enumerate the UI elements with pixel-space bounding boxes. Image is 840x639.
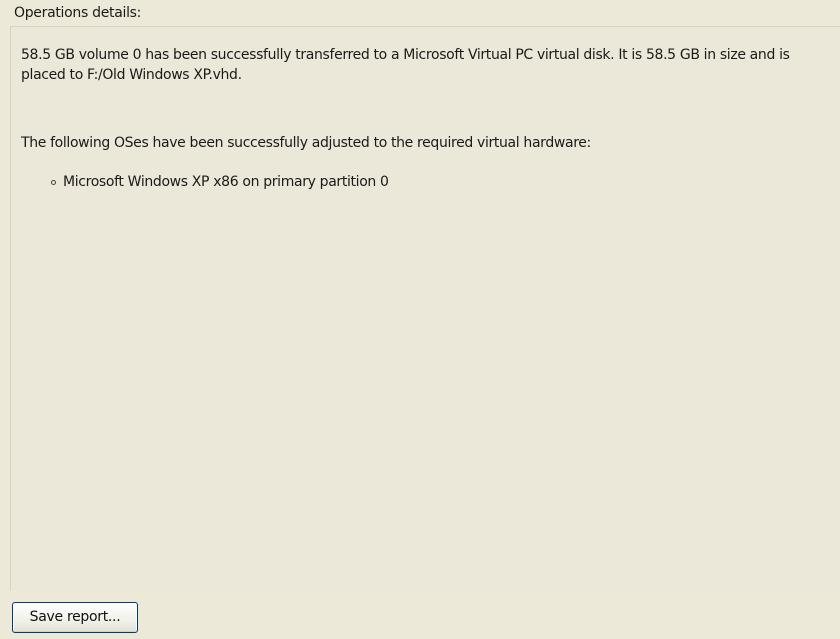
adjusted-os-heading: The following OSes have been successfull… <box>21 135 591 151</box>
operations-details-panel: Operations details: 58.5 GB volume 0 has… <box>0 0 840 639</box>
os-item-label: Microsoft Windows XP x86 on primary part… <box>63 174 389 190</box>
report-details-area: 58.5 GB volume 0 has been successfully t… <box>10 26 840 591</box>
transfer-summary-text: 58.5 GB volume 0 has been successfully t… <box>21 45 837 85</box>
bullet-icon <box>51 179 56 185</box>
transfer-summary: 58.5 GB volume 0 has been successfully t… <box>21 47 790 83</box>
operations-details-label: Operations details: <box>14 5 142 21</box>
adjusted-os-list: Microsoft Windows XP x86 on primary part… <box>51 174 389 190</box>
save-report-button[interactable]: Save report... <box>12 602 138 633</box>
list-item: Microsoft Windows XP x86 on primary part… <box>51 174 389 190</box>
